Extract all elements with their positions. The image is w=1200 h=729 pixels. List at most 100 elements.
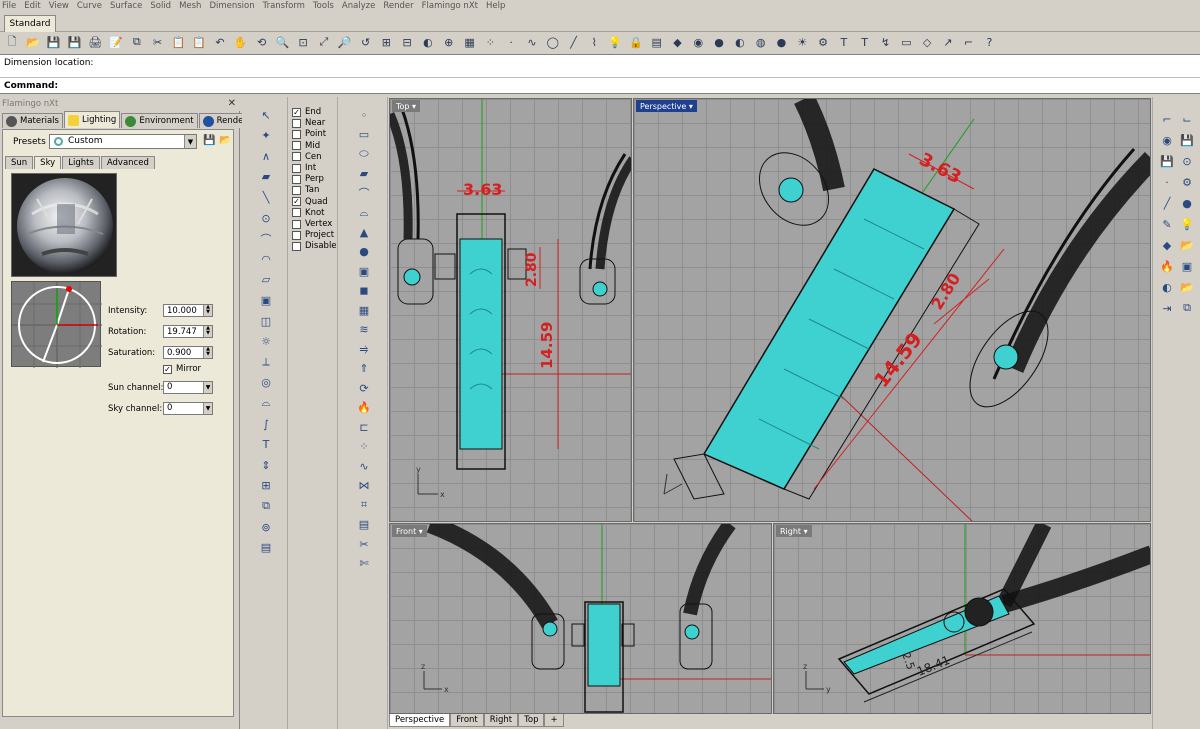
grid-icon[interactable]: ▦ — [462, 34, 478, 50]
mirror-row[interactable]: ✓ Mirror — [163, 364, 201, 374]
box-icon[interactable]: ▣ — [1179, 258, 1195, 274]
cut-icon[interactable]: ✂ — [150, 34, 166, 50]
viewport-label-front[interactable]: Front ▾ — [392, 525, 427, 537]
text-icon[interactable]: T — [836, 34, 852, 50]
osnap-cen[interactable]: Cen — [292, 152, 322, 162]
viewport-label-right[interactable]: Right ▾ — [776, 525, 812, 537]
select-icon[interactable]: ⌐ — [1159, 111, 1175, 127]
menu-curve[interactable]: Curve — [77, 1, 102, 11]
viewport-label-perspective[interactable]: Perspective ▾ — [636, 100, 697, 112]
tab-sun[interactable]: Sun — [5, 156, 34, 169]
osnap-project[interactable]: Project — [292, 230, 334, 240]
bulb-icon[interactable]: 💡 — [1179, 216, 1195, 232]
text-icon[interactable]: T — [258, 437, 274, 453]
scale-icon[interactable]: ⇕ — [258, 457, 274, 473]
shape-icon[interactable]: ◦ — [356, 107, 372, 123]
rotate-view-icon[interactable]: ⟲ — [254, 34, 270, 50]
curve-icon[interactable]: ∿ — [524, 34, 540, 50]
cone-icon[interactable]: ▲ — [356, 224, 372, 240]
open-icon[interactable]: 📂 — [25, 34, 41, 50]
polyline-icon[interactable]: ⌇ — [586, 34, 602, 50]
circle-icon[interactable]: ⊙ — [258, 210, 274, 226]
save-icon[interactable]: 💾 — [46, 34, 62, 50]
line-icon[interactable]: ╱ — [1159, 195, 1175, 211]
folder-icon[interactable]: 📂 — [1179, 279, 1195, 295]
loft-icon[interactable]: ≋ — [356, 322, 372, 338]
osnap-checkbox[interactable] — [292, 241, 301, 251]
curve-drag-icon[interactable]: ↯ — [877, 34, 893, 50]
environment-preview[interactable] — [11, 173, 117, 277]
chevron-down-icon[interactable]: ▼ — [203, 382, 212, 393]
menu-tools[interactable]: Tools — [313, 1, 334, 11]
tab-advanced[interactable]: Advanced — [100, 156, 155, 169]
select-all-icon[interactable]: ⌙ — [1179, 111, 1195, 127]
trim-icon[interactable]: ✄ — [356, 556, 372, 572]
material-icon[interactable]: ◆ — [670, 34, 686, 50]
cylinder-icon[interactable]: ◫ — [258, 313, 274, 329]
menu-surface[interactable]: Surface — [110, 1, 142, 11]
menu-dimension[interactable]: Dimension — [209, 1, 254, 11]
viewport-label-top[interactable]: Top ▾ — [392, 100, 421, 112]
curve-icon[interactable]: ∿ — [356, 458, 372, 474]
viewport-right[interactable]: 18.41 2.5 y z Right ▾ — [773, 523, 1151, 714]
chevron-down-icon[interactable]: ▼ — [203, 403, 212, 414]
menu-help[interactable]: Help — [486, 1, 505, 11]
clipboard-icon[interactable]: 📋 — [191, 34, 207, 50]
layer-icon[interactable]: ▤ — [258, 540, 274, 556]
sky-rotation-dial[interactable] — [11, 281, 102, 368]
dim-icon[interactable]: ⌐ — [961, 34, 977, 50]
box-icon[interactable]: ▣ — [258, 292, 274, 308]
sky-channel-select[interactable]: 0 ▼ — [163, 402, 213, 415]
tab-standard[interactable]: Standard — [4, 15, 56, 32]
save-as-icon[interactable]: 💾 — [66, 34, 82, 50]
viewport-top[interactable]: 3.63 14.59 2.80 x y Top ▾ — [389, 98, 632, 522]
osnap-disable[interactable]: Disable — [292, 241, 337, 251]
boolean-icon[interactable]: ◎ — [258, 375, 274, 391]
extrude-icon[interactable]: ⇑ — [356, 361, 372, 377]
layer-icon[interactable]: ▤ — [649, 34, 665, 50]
osnap-checkbox[interactable]: ✓ — [292, 107, 301, 117]
menu-transform[interactable]: Transform — [263, 1, 305, 11]
menu-edit[interactable]: Edit — [24, 1, 40, 11]
transform-icon[interactable]: ⟂ — [258, 354, 274, 370]
osnap-checkbox[interactable] — [292, 185, 301, 195]
point-icon[interactable]: ✦ — [258, 128, 274, 144]
osnap-checkbox[interactable] — [292, 219, 301, 229]
osnap-checkbox[interactable] — [292, 163, 301, 173]
cplane-icon[interactable]: ⊟ — [399, 34, 415, 50]
ghost-icon[interactable]: ◐ — [732, 34, 748, 50]
osnap-checkbox[interactable] — [292, 208, 301, 218]
osnap-near[interactable]: Near — [292, 118, 325, 128]
analysis-icon[interactable]: ⊚ — [258, 519, 274, 535]
set-view-icon[interactable]: ◐ — [420, 34, 436, 50]
point-icon[interactable]: · — [503, 34, 519, 50]
blend-icon[interactable]: ⋈ — [356, 478, 372, 494]
zoom-selected-icon[interactable]: 🔎 — [337, 34, 353, 50]
vptab-top[interactable]: Top — [518, 714, 545, 727]
osnap-point[interactable]: Point — [292, 129, 326, 139]
line-icon[interactable]: ╱ — [566, 34, 582, 50]
undo-view-icon[interactable]: ↺ — [358, 34, 374, 50]
save-icon[interactable]: 💾 — [203, 135, 215, 147]
dots-icon[interactable]: ⁘ — [356, 439, 372, 455]
array-icon[interactable]: ⊞ — [258, 478, 274, 494]
osnap-checkbox[interactable] — [292, 118, 301, 128]
help-icon[interactable]: ? — [981, 34, 997, 50]
osnap-mid[interactable]: Mid — [292, 141, 320, 151]
ellipse-icon[interactable]: ⬭ — [356, 146, 372, 162]
surface-icon[interactable]: ▰ — [356, 166, 372, 182]
spin-arrows-icon[interactable]: ▲ ▼ — [203, 305, 212, 316]
vptab-front[interactable]: Front — [450, 714, 484, 727]
sphere-icon[interactable]: ● — [356, 244, 372, 260]
osnap-checkbox[interactable] — [292, 152, 301, 162]
fire-icon[interactable]: 🔥 — [1159, 258, 1175, 274]
spin-arrows-icon[interactable]: ▲ ▼ — [203, 326, 212, 337]
presets-select[interactable]: Custom ▼ — [49, 134, 197, 149]
text-tag-icon[interactable]: T — [857, 34, 873, 50]
solid-icon[interactable]: ◼ — [356, 283, 372, 299]
sun-icon[interactable]: ☀ — [794, 34, 810, 50]
light-icon[interactable]: 💡 — [607, 34, 623, 50]
shade-icon[interactable]: ● — [711, 34, 727, 50]
save-icon[interactable]: 💾 — [1179, 132, 1195, 148]
sphere-icon[interactable]: ● — [1179, 195, 1195, 211]
